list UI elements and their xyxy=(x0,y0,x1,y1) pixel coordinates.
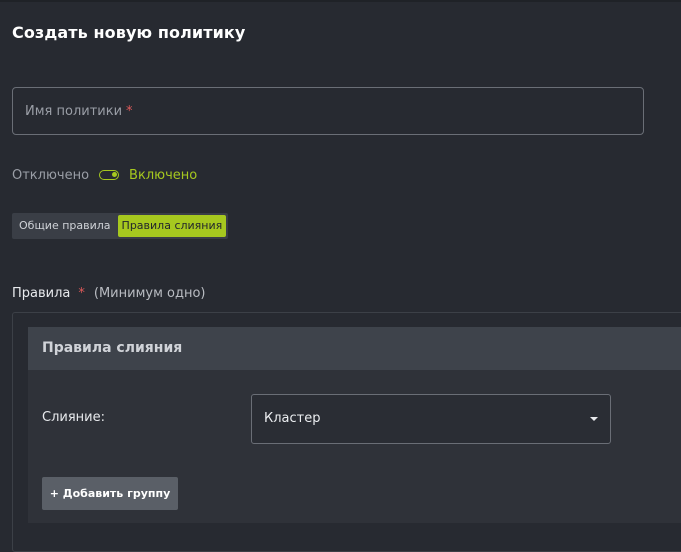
merge-panel-header: Правила слияния xyxy=(28,327,681,370)
toggle-switch-icon[interactable] xyxy=(99,170,120,180)
top-divider xyxy=(0,0,681,2)
toggle-on-label[interactable]: Включено xyxy=(129,168,197,183)
merge-select-value: Кластер xyxy=(264,411,321,426)
toggle-off-label[interactable]: Отключено xyxy=(12,168,89,183)
merge-panel-title: Правила слияния xyxy=(42,340,183,356)
page-title: Создать новую политику xyxy=(12,23,246,42)
policy-name-field[interactable]: Имя политики * xyxy=(12,87,644,135)
tab-general-rules[interactable]: Общие правила xyxy=(12,213,118,239)
chevron-down-icon xyxy=(590,417,598,421)
policy-name-label-text: Имя политики xyxy=(25,104,123,119)
required-mark: * xyxy=(126,104,133,119)
rules-tabs: Общие правила Правила слияния xyxy=(12,213,229,239)
merge-rules-panel: Правила слияния Слияние: Кластер + Добав… xyxy=(28,327,681,523)
rules-hint: (Минимум одно) xyxy=(93,286,206,301)
rules-heading: Правила * (Минимум одно) xyxy=(12,286,205,301)
merge-label: Слияние: xyxy=(42,410,105,425)
rules-heading-label: Правила xyxy=(12,286,71,301)
policy-name-label: Имя политики * xyxy=(25,104,133,119)
required-mark: * xyxy=(78,286,85,301)
add-group-button[interactable]: + Добавить группу xyxy=(42,477,178,510)
tab-merge-rules[interactable]: Правила слияния xyxy=(117,215,227,237)
merge-select[interactable]: Кластер xyxy=(251,394,611,444)
status-toggle-row: Отключено Включено xyxy=(12,166,197,184)
toggle-knob xyxy=(112,172,118,177)
